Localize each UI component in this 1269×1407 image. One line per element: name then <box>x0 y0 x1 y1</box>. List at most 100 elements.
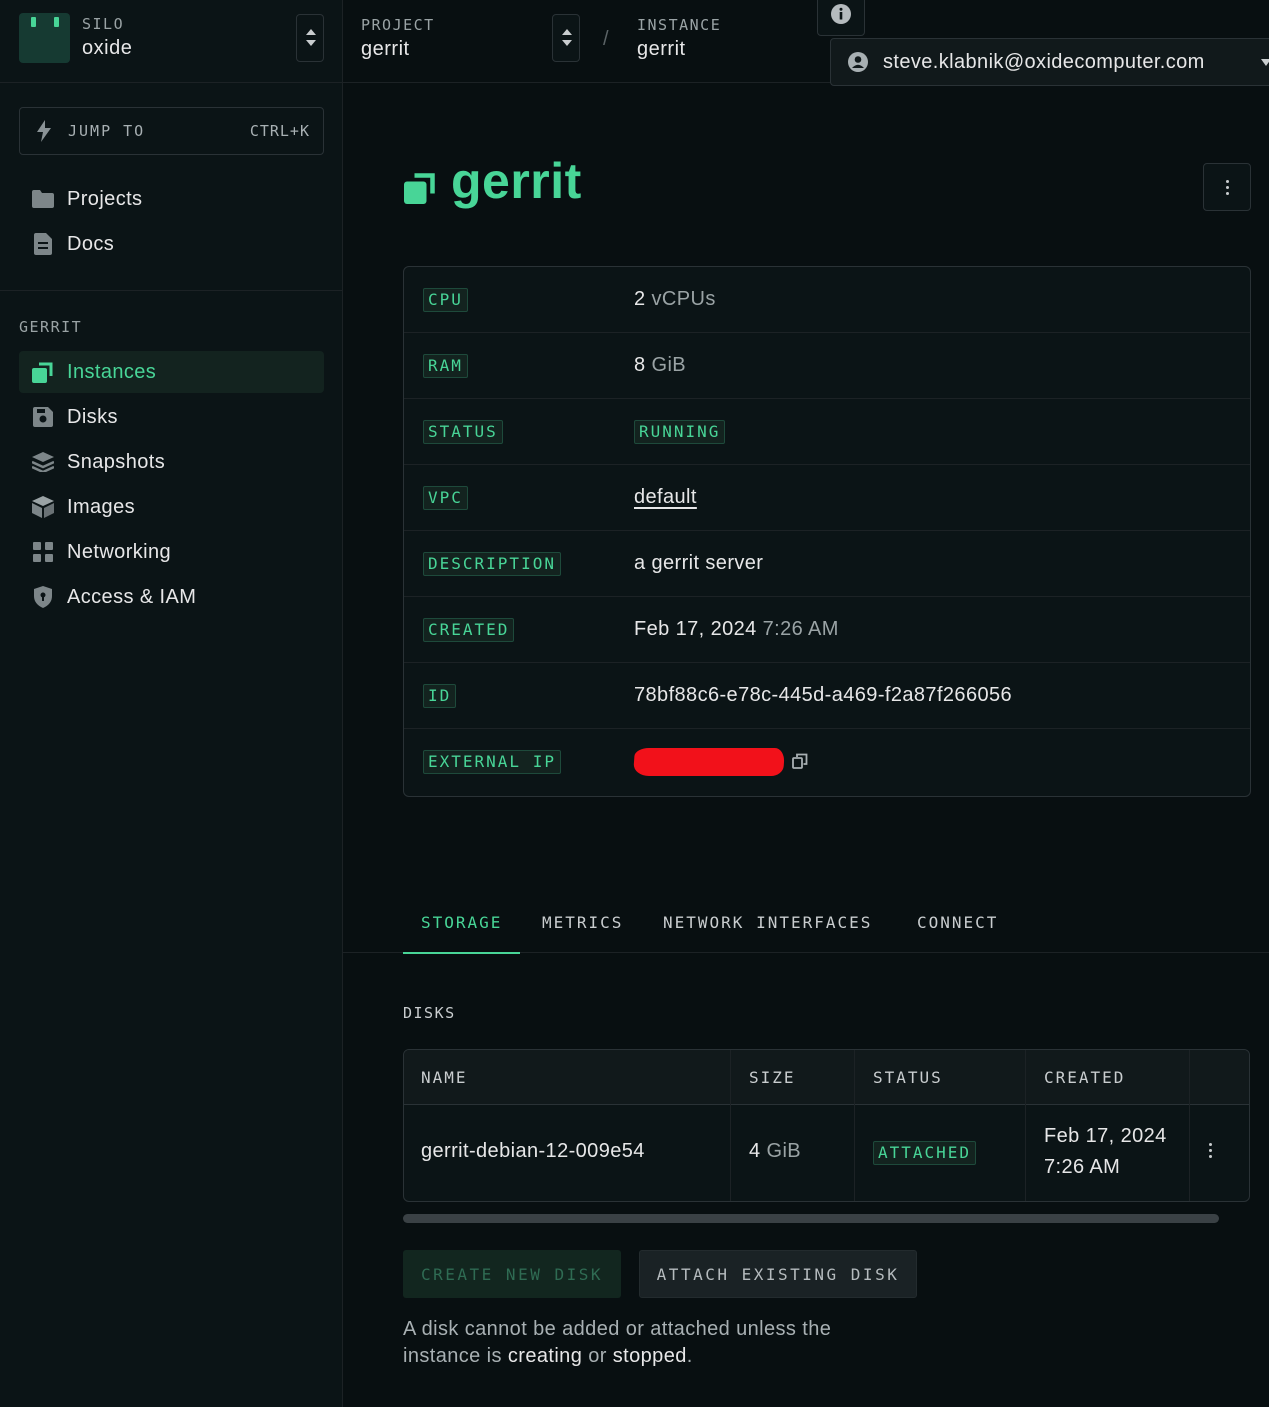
instance-actions-button[interactable] <box>1203 163 1251 211</box>
property-value-ram: 8 GiB <box>634 354 686 377</box>
property-value-vpc: default <box>634 486 697 509</box>
project-eyebrow: PROJECT <box>361 16 435 34</box>
column-header-name: NAME <box>421 1068 468 1087</box>
disk-actions-note: A disk cannot be added or attached unles… <box>403 1316 873 1370</box>
silo-name: oxide <box>82 37 133 59</box>
breadcrumb-instance[interactable]: gerrit <box>637 38 686 61</box>
column-header-size: SIZE <box>749 1068 796 1087</box>
created-time: 7:26 AM <box>762 618 839 640</box>
sidebar-item-label: Projects <box>67 187 143 210</box>
document-icon <box>32 233 54 255</box>
user-avatar-icon <box>848 52 868 77</box>
property-value-id: 78bf88c6-e78c-445d-a469-f2a87f266056 <box>634 684 1013 706</box>
note-joiner: or <box>588 1345 607 1367</box>
sidebar-item-networking[interactable]: Networking <box>19 531 324 573</box>
horizontal-scrollbar[interactable] <box>403 1214 1219 1223</box>
top-bar: PROJECT gerrit / INSTANCE gerrit steve.k… <box>343 0 1269 86</box>
property-row-ram: RAM 8 GiB <box>404 333 1250 399</box>
project-section-label: GERRIT <box>19 318 83 336</box>
tab-connect[interactable]: CONNECT <box>917 895 998 953</box>
tab-network-interfaces[interactable]: NETWORK INTERFACES <box>663 895 872 953</box>
column-header-created: CREATED <box>1044 1068 1126 1087</box>
networking-icon <box>32 541 54 563</box>
table-header: NAME SIZE STATUS CREATED <box>404 1050 1249 1105</box>
silo-logo <box>19 13 70 63</box>
status-badge: RUNNING <box>634 420 726 444</box>
sidebar-item-snapshots[interactable]: Snapshots <box>19 441 324 483</box>
info-icon <box>831 4 851 29</box>
create-new-disk-button[interactable]: CREATE NEW DISK <box>403 1250 621 1298</box>
jump-to-button[interactable]: JUMP TO CTRL+K <box>19 107 324 155</box>
lightning-icon <box>35 120 53 147</box>
instances-icon <box>32 361 54 383</box>
more-vertical-icon <box>1225 179 1229 195</box>
sidebar-item-access-iam[interactable]: Access & IAM <box>19 576 324 618</box>
more-vertical-icon <box>1209 1143 1212 1158</box>
user-email: steve.klabnik@oxidecomputer.com <box>883 51 1205 73</box>
snapshots-icon <box>32 451 54 473</box>
chevron-down-icon <box>1261 59 1269 66</box>
column-header-status: STATUS <box>873 1068 943 1087</box>
tab-storage[interactable]: STORAGE <box>402 895 521 954</box>
instances-icon <box>404 171 437 209</box>
sidebar-item-images[interactable]: Images <box>19 486 324 528</box>
silo-eyebrow: SILO <box>82 15 125 33</box>
disks-table: NAME SIZE STATUS CREATED gerrit-debian-1… <box>403 1049 1250 1202</box>
silo-picker[interactable]: SILO oxide <box>0 0 342 83</box>
sidebar-item-label: Snapshots <box>67 450 166 473</box>
sidebar-item-disks[interactable]: Disks <box>19 396 324 438</box>
vpc-link[interactable]: default <box>634 486 697 508</box>
info-button[interactable] <box>817 0 865 36</box>
property-row-created: CREATED Feb 17, 2024 7:26 AM <box>404 597 1250 663</box>
images-icon <box>32 496 54 518</box>
property-row-id: ID 78bf88c6-e78c-445d-a469-f2a87f266056 <box>404 663 1250 729</box>
silo-switcher-button[interactable] <box>296 14 324 62</box>
note-state-stopped: stopped <box>612 1345 687 1367</box>
sidebar-item-projects[interactable]: Projects <box>19 178 324 220</box>
disks-section-label: DISKS <box>403 1004 456 1022</box>
ram-amount: 8 <box>634 354 646 376</box>
status-badge: ATTACHED <box>873 1141 977 1165</box>
project-switcher-button[interactable] <box>552 14 580 62</box>
property-key: RAM <box>423 354 468 378</box>
redacted-external-ip <box>633 748 785 776</box>
page-title: gerrit <box>451 153 582 209</box>
property-value-description: a gerrit server <box>634 552 764 574</box>
disk-size-value: 4 <box>749 1140 761 1162</box>
instance-tabs: STORAGE METRICS NETWORK INTERFACES CONNE… <box>343 895 1269 954</box>
tab-metrics[interactable]: METRICS <box>542 895 623 953</box>
sidebar-item-label: Images <box>67 495 135 518</box>
property-key: CPU <box>423 288 468 312</box>
note-state-creating: creating <box>507 1345 583 1367</box>
sidebar-item-instances[interactable]: Instances <box>19 351 324 393</box>
disk-icon <box>32 406 54 428</box>
property-key: STATUS <box>423 420 503 444</box>
property-row-vpc: VPC default <box>404 465 1250 531</box>
created-date: Feb 17, 2024 <box>634 618 757 640</box>
copy-icon[interactable] <box>792 753 808 774</box>
attach-existing-disk-button[interactable]: ATTACH EXISTING DISK <box>639 1250 917 1298</box>
disk-size-unit: GiB <box>766 1140 802 1162</box>
disk-size: 4 GiB <box>749 1140 801 1163</box>
sidebar-divider <box>0 290 342 291</box>
property-row-cpu: CPU 2 vCPUs <box>404 267 1250 333</box>
sidebar-item-label: Docs <box>67 232 115 255</box>
property-key: DESCRIPTION <box>423 552 561 576</box>
ram-unit: GiB <box>651 354 687 376</box>
disk-created-date: Feb 17, 2024 <box>1044 1125 1167 1147</box>
property-value-created: Feb 17, 2024 7:26 AM <box>634 618 839 641</box>
sidebar-item-label: Networking <box>67 540 172 563</box>
column-divider <box>730 1050 731 1201</box>
disk-created-time: 7:26 AM <box>1044 1156 1121 1178</box>
cpu-count: 2 <box>634 288 646 310</box>
sidebar-item-label: Disks <box>67 405 118 428</box>
sidebar-item-docs[interactable]: Docs <box>19 223 324 265</box>
property-key: VPC <box>423 486 468 510</box>
breadcrumb-project[interactable]: gerrit <box>361 38 410 61</box>
property-row-status: STATUS RUNNING <box>404 399 1250 465</box>
row-actions-button[interactable] <box>1209 1143 1212 1158</box>
property-row-description: DESCRIPTION a gerrit server <box>404 531 1250 597</box>
user-menu-button[interactable]: steve.klabnik@oxidecomputer.com <box>830 38 1269 86</box>
jump-to-label: JUMP TO <box>68 122 146 140</box>
sidebar-item-label: Instances <box>67 360 157 383</box>
